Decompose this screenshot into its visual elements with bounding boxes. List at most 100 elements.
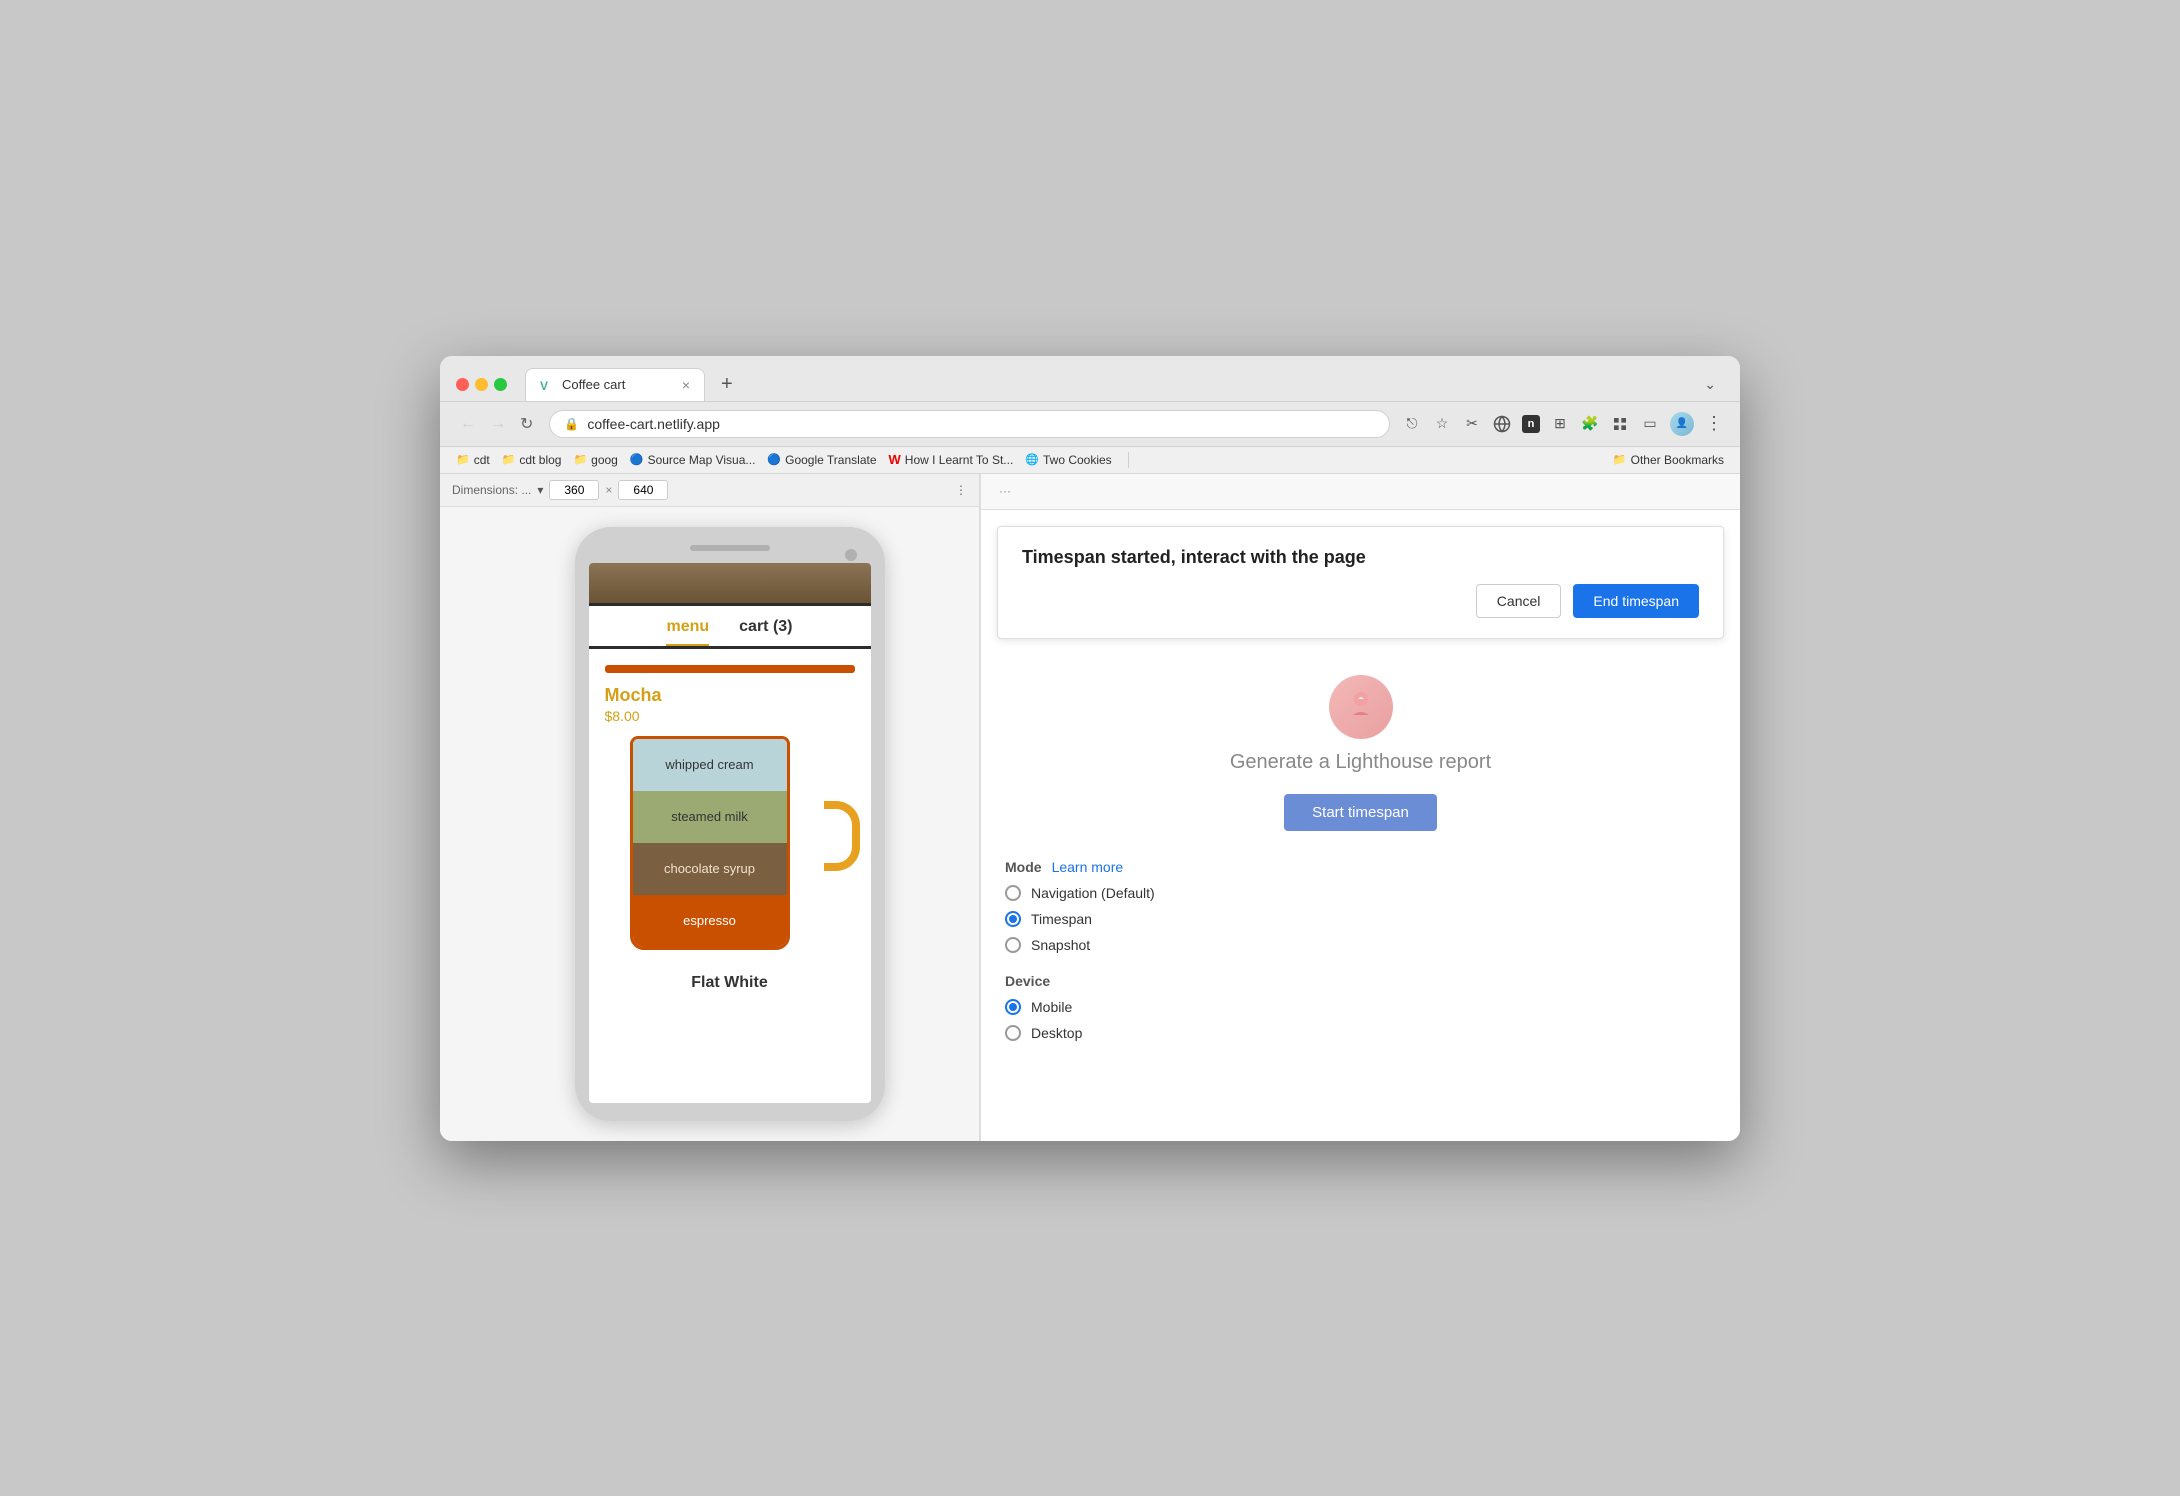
title-bar: Coffee cart × + ⌄ — [440, 356, 1740, 402]
bookmark-how-i-learnt[interactable]: W How I Learnt To St... — [889, 452, 1014, 467]
browser-content: Dimensions: ... ▾ × ⋮ — [440, 474, 1740, 1141]
back-button[interactable]: ← — [456, 413, 480, 435]
tab-chevron-icon: ⌄ — [1704, 376, 1716, 393]
coffee-mug-container: whipped cream steamed milk chocolate syr… — [605, 736, 855, 950]
share-icon[interactable]: ⎋ — [1402, 414, 1422, 434]
url-bar[interactable]: 🔒 coffee-cart.netlify.app — [549, 410, 1390, 438]
navigation-option[interactable]: Navigation (Default) — [1005, 885, 1716, 901]
kt-icon[interactable] — [1610, 414, 1630, 434]
end-timespan-button[interactable]: End timespan — [1573, 584, 1699, 618]
desktop-radio[interactable] — [1005, 1025, 1021, 1041]
bookmarks-divider — [1128, 452, 1129, 468]
bookmark-source-map[interactable]: 🔵 Source Map Visua... — [630, 453, 756, 467]
snapshot-option[interactable]: Snapshot — [1005, 937, 1716, 953]
bookmark-source-map-label: Source Map Visua... — [648, 453, 756, 467]
coffee-nav-cart[interactable]: cart (3) — [739, 618, 792, 646]
width-input[interactable] — [549, 480, 599, 500]
devtools-toolbar: Dimensions: ... ▾ × ⋮ — [440, 474, 979, 507]
learn-more-link[interactable]: Learn more — [1052, 859, 1124, 875]
timespan-buttons: Cancel End timespan — [1022, 584, 1699, 618]
phone-mockup: menu cart (3) Mocha $8.00 — [575, 527, 885, 1121]
sidebar-icon[interactable]: ▭ — [1640, 414, 1660, 434]
phone-camera — [845, 549, 857, 561]
bookmark-cdt-blog[interactable]: 📁 cdt blog — [502, 453, 562, 467]
refresh-button[interactable]: ↻ — [516, 412, 537, 436]
coffee-content: Mocha $8.00 whipped cream steamed milk c… — [589, 649, 871, 1008]
maximize-traffic-light[interactable] — [494, 378, 507, 391]
mug-layer-whipped: whipped cream — [633, 739, 787, 791]
nav-buttons: ← → ↻ — [456, 412, 537, 436]
bookmark-other[interactable]: 📁 Other Bookmarks — [1613, 453, 1724, 467]
mug-layer-steamed: steamed milk — [633, 791, 787, 843]
navigation-radio[interactable] — [1005, 885, 1021, 901]
puzzle-icon[interactable]: 🧩 — [1580, 414, 1600, 434]
coffee-app-hero — [589, 563, 871, 603]
apps-icon[interactable]: ⊞ — [1550, 414, 1570, 434]
timespan-dialog-title: Timespan started, interact with the page — [1022, 547, 1699, 568]
mobile-radio[interactable] — [1005, 999, 1021, 1015]
tab-title: Coffee cart — [562, 377, 625, 392]
devtools-more-icon[interactable]: ⋮ — [955, 483, 967, 497]
bookmark-cdt-blog-label: cdt blog — [519, 453, 561, 467]
extension-n-icon[interactable]: n — [1522, 415, 1540, 433]
bookmark-folder-icon-3: 📁 — [573, 453, 587, 466]
menu-icon[interactable]: ⋮ — [1704, 414, 1724, 434]
lighthouse-panel: ··· Timespan started, interact with the … — [980, 474, 1740, 1141]
coffee-item-name: Mocha — [605, 685, 855, 706]
bookmark-google-translate[interactable]: 🔵 Google Translate — [767, 453, 876, 467]
bookmark-folder-icon: 📁 — [456, 453, 470, 466]
bookmark-folder-icon-2: 📁 — [502, 453, 516, 466]
bookmark-cdt-label: cdt — [474, 453, 490, 467]
dimensions-select: Dimensions: ... ▾ × — [452, 480, 668, 500]
desktop-option[interactable]: Desktop — [1005, 1025, 1716, 1041]
close-traffic-light[interactable] — [456, 378, 469, 391]
bookmark-icon[interactable]: ☆ — [1432, 414, 1452, 434]
tab-close-button[interactable]: × — [682, 377, 690, 393]
bookmark-other-folder-icon: 📁 — [1613, 453, 1627, 466]
forward-button[interactable]: → — [486, 413, 510, 435]
timespan-radio[interactable] — [1005, 911, 1021, 927]
timespan-label: Timespan — [1031, 911, 1092, 927]
coffee-next-item: Flat White — [605, 958, 855, 992]
timespan-dialog: Timespan started, interact with the page… — [997, 526, 1724, 639]
translate-icon[interactable] — [1492, 414, 1512, 434]
lighthouse-panel-header: ··· — [981, 474, 1740, 510]
bookmark-two-cookies-label: Two Cookies — [1043, 453, 1112, 467]
mobile-option[interactable]: Mobile — [1005, 999, 1716, 1015]
minimize-traffic-light[interactable] — [475, 378, 488, 391]
snapshot-radio[interactable] — [1005, 937, 1021, 953]
phone-screen: menu cart (3) Mocha $8.00 — [589, 563, 871, 1103]
mode-section: Mode Learn more Navigation (Default) Tim… — [1005, 859, 1716, 953]
mug-layer-espresso: espresso — [633, 895, 787, 947]
coffee-app-header — [589, 563, 871, 606]
bookmark-cdt[interactable]: 📁 cdt — [456, 453, 490, 467]
cancel-button[interactable]: Cancel — [1476, 584, 1562, 618]
address-bar: ← → ↻ 🔒 coffee-cart.netlify.app ⎋ ☆ ✂ n … — [440, 402, 1740, 447]
device-section: Device Mobile Desktop — [1005, 973, 1716, 1041]
bookmark-two-cookies[interactable]: 🌐 Two Cookies — [1025, 453, 1111, 467]
user-avatar[interactable]: 👤 — [1670, 412, 1694, 436]
dimension-separator: × — [605, 483, 612, 497]
snapshot-label: Snapshot — [1031, 937, 1090, 953]
mode-label: Mode Learn more — [1005, 859, 1716, 875]
bookmarks-bar: 📁 cdt 📁 cdt blog 📁 goog 🔵 Source Map Vis… — [440, 447, 1740, 474]
bookmark-goog[interactable]: 📁 goog — [573, 453, 617, 467]
mug-body: whipped cream steamed milk chocolate syr… — [630, 736, 790, 950]
timespan-option[interactable]: Timespan — [1005, 911, 1716, 927]
active-tab[interactable]: Coffee cart × — [525, 368, 705, 401]
mug-layer-chocolate: chocolate syrup — [633, 843, 787, 895]
coffee-nav-menu[interactable]: menu — [666, 618, 709, 646]
devtools-panel: Dimensions: ... ▾ × ⋮ — [440, 474, 980, 1141]
mug-handle — [824, 801, 860, 871]
generate-report-title: Generate a Lighthouse report — [1005, 751, 1716, 774]
coffee-item-price: $8.00 — [605, 708, 855, 724]
new-tab-button[interactable]: + — [713, 373, 741, 396]
bookmark-globe-icon-2: 🌐 — [1025, 453, 1039, 466]
phone-speaker — [690, 545, 770, 551]
scissors-icon[interactable]: ✂ — [1462, 414, 1482, 434]
tab-favicon — [540, 378, 554, 392]
height-input[interactable] — [618, 480, 668, 500]
start-timespan-button[interactable]: Start timespan — [1284, 794, 1437, 831]
coffee-nav: menu cart (3) — [589, 606, 871, 646]
browser-window: Coffee cart × + ⌄ ← → ↻ 🔒 coffee-cart.ne… — [440, 356, 1740, 1141]
